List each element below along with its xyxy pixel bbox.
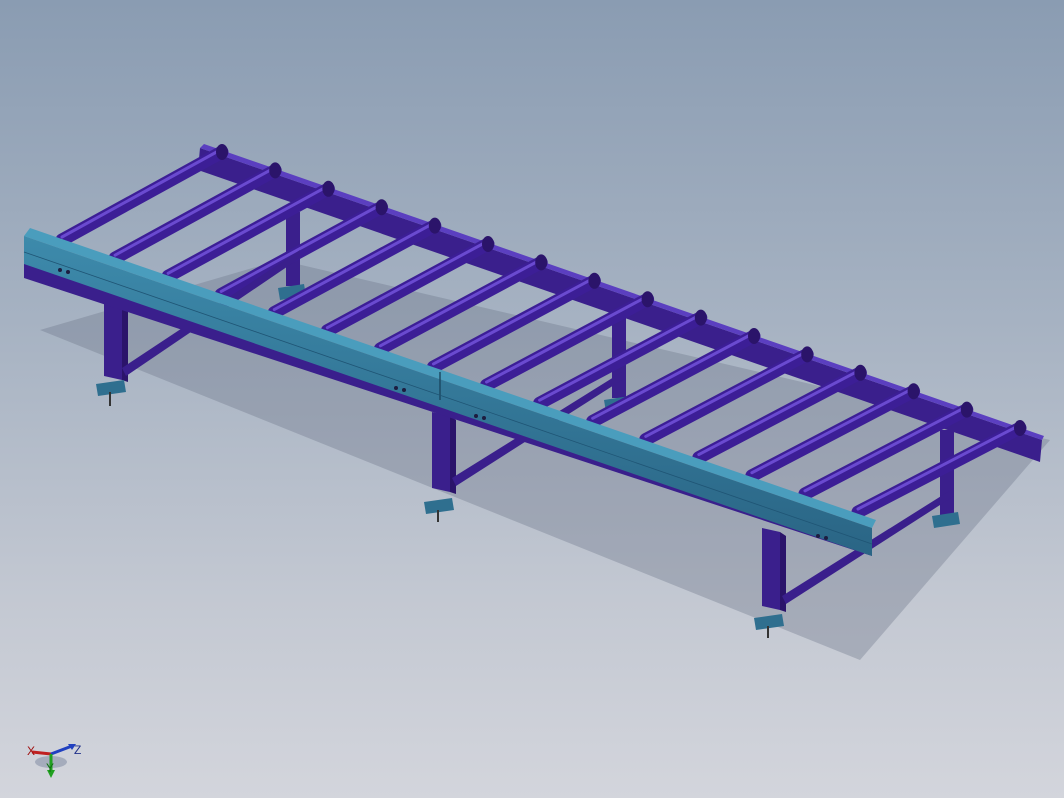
roller-end-cap [907,383,920,400]
roller-end-cap [535,254,548,271]
triad-y-label: Y [46,761,55,775]
roller-end-cap [482,236,494,252]
triad-icon [31,744,76,778]
front-leg-middle [432,412,450,492]
roller-end-cap [1014,420,1026,436]
roller-end-cap [428,217,441,234]
roller[interactable] [108,163,282,265]
roller-end-cap [375,199,388,216]
roller-highlight [60,147,224,239]
conveyor-model[interactable] [0,0,1064,798]
roller-end-cap [322,180,335,197]
triad-z-label: Z [74,743,82,757]
roller-highlight [166,184,330,275]
triad-x-label: X [27,744,36,758]
roller-end-cap [641,291,654,308]
roller-end-cap [694,309,707,326]
cad-graphics-viewport[interactable]: X Y Z [0,0,1064,798]
roller-end-cap [588,272,601,289]
roller[interactable] [161,182,335,283]
roller-highlight [113,165,277,257]
roller-end-cap [216,144,228,160]
roller-end-cap [960,401,973,418]
roller-end-cap [269,162,282,179]
axis-triad[interactable]: X Y Z [18,732,98,788]
roller-end-cap [801,346,814,363]
roller-end-cap [854,364,867,381]
front-leg-right [762,528,780,610]
roller-end-cap [748,328,760,344]
roller[interactable] [55,145,229,247]
